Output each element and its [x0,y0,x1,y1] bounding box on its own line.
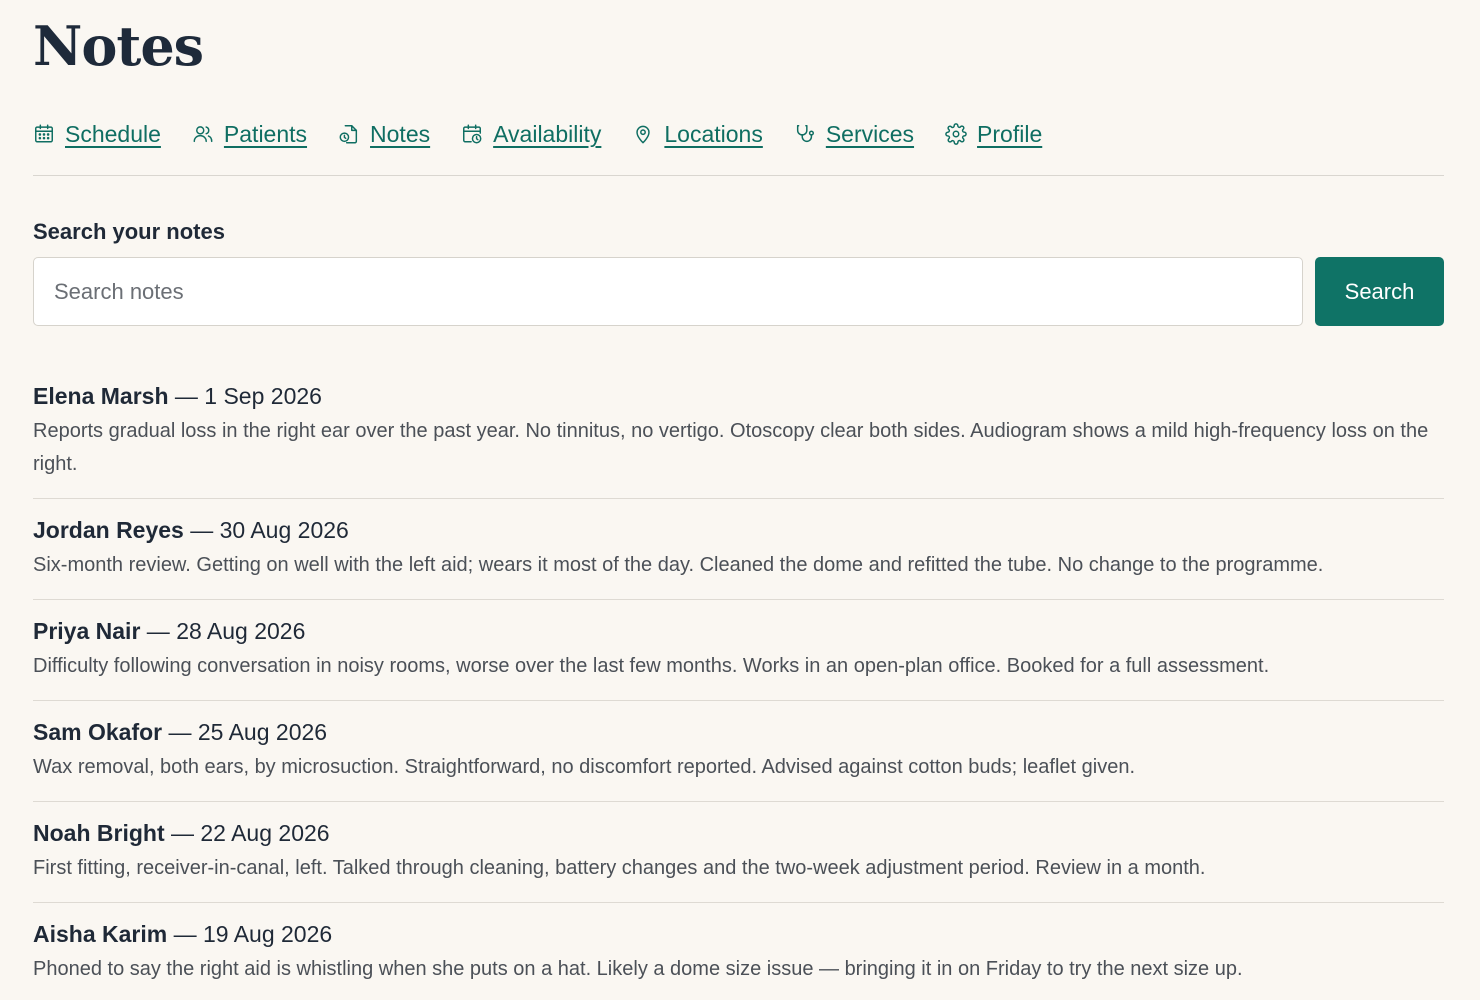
note-item: Noah Bright — 22 Aug 2026 First fitting,… [33,802,1444,903]
note-patient-name: Elena Marsh [33,383,169,409]
note-date: 30 Aug 2026 [219,517,349,543]
users-icon [193,126,213,143]
nav-label: Locations [664,121,763,147]
note-header: Sam Okafor — 25 Aug 2026 [33,716,1444,748]
note-item: Sam Okafor — 25 Aug 2026 Wax removal, bo… [33,701,1444,802]
calendar-icon [35,124,53,143]
note-patient-name: Priya Nair [33,618,141,644]
map-pin-icon [636,125,651,144]
nav-link-services[interactable]: Services [794,114,914,154]
note-body: Wax removal, both ears, by microsuction.… [33,756,1136,778]
note-separator: — [168,719,198,745]
note-body: Reports gradual loss in the right ear ov… [33,420,1429,475]
note-separator: — [174,383,205,409]
note-header: Noah Bright — 22 Aug 2026 [33,817,1444,849]
note-separator: — [146,618,177,644]
note-patient-name: Sam Okafor [33,719,163,745]
main-nav: Schedule Patients Notes Availability Loc… [33,114,1073,154]
note-date: 1 Sep 2026 [204,383,322,409]
nav-link-locations[interactable]: Locations [632,114,763,154]
note-body: First fitting, receiver-in-canal, left. … [33,857,1206,879]
page-title: Notes [33,14,204,78]
note-body: Difficulty following conversation in noi… [33,655,1270,677]
header-divider [33,175,1444,176]
nav-link-notes[interactable]: Notes [338,114,430,154]
nav-label: Profile [977,121,1043,147]
note-body: Phoned to say the right aid is whistling… [33,958,1243,980]
notes-page: Notes Schedule Patients Notes Availabili… [0,0,1480,1000]
note-patient-name: Jordan Reyes [33,517,184,543]
nav-link-availability[interactable]: Availability [461,114,601,154]
nav-link-schedule[interactable]: Schedule [33,114,161,154]
notes-list: Elena Marsh — 1 Sep 2026 Reports gradual… [33,376,1444,1000]
nav-label: Services [825,121,915,147]
note-patient-name: Aisha Karim [33,921,168,947]
note-header: Priya Nair — 28 Aug 2026 [33,615,1444,647]
note-item: Aisha Karim — 19 Aug 2026 Phoned to say … [33,903,1444,1000]
note-body: Six-month review. Getting on well with t… [33,554,1324,576]
note-separator: — [171,820,201,846]
note-item: Priya Nair — 28 Aug 2026 Difficulty foll… [33,600,1444,701]
note-separator: — [173,921,203,947]
nav-link-patients[interactable]: Patients [192,114,307,154]
calendar-clock-icon [463,124,482,144]
nav-label: Notes [370,121,431,147]
note-separator: — [190,517,220,543]
notes-icon [339,125,358,144]
nav-label: Patients [223,121,308,147]
note-item: Jordan Reyes — 30 Aug 2026 Six-month rev… [33,499,1444,600]
nav-link-profile[interactable]: Profile [945,114,1042,154]
note-date: 28 Aug 2026 [176,618,306,644]
note-header: Aisha Karim — 19 Aug 2026 [33,918,1444,950]
note-date: 19 Aug 2026 [203,921,333,947]
note-header: Elena Marsh — 1 Sep 2026 [33,380,1444,412]
note-date: 25 Aug 2026 [197,719,328,745]
gear-icon [945,123,967,145]
note-patient-name: Noah Bright [33,820,165,846]
note-date: 22 Aug 2026 [200,820,330,846]
note-item: Elena Marsh — 1 Sep 2026 Reports gradual… [33,376,1444,499]
stethoscope-icon [796,125,814,142]
nav-label: Schedule [65,121,161,147]
search-label: Search your notes [33,219,225,244]
search-input[interactable] [33,257,1303,326]
search-button[interactable]: Search [1315,257,1444,326]
nav-label: Availability [493,121,602,147]
note-header: Jordan Reyes — 30 Aug 2026 [33,514,1444,546]
